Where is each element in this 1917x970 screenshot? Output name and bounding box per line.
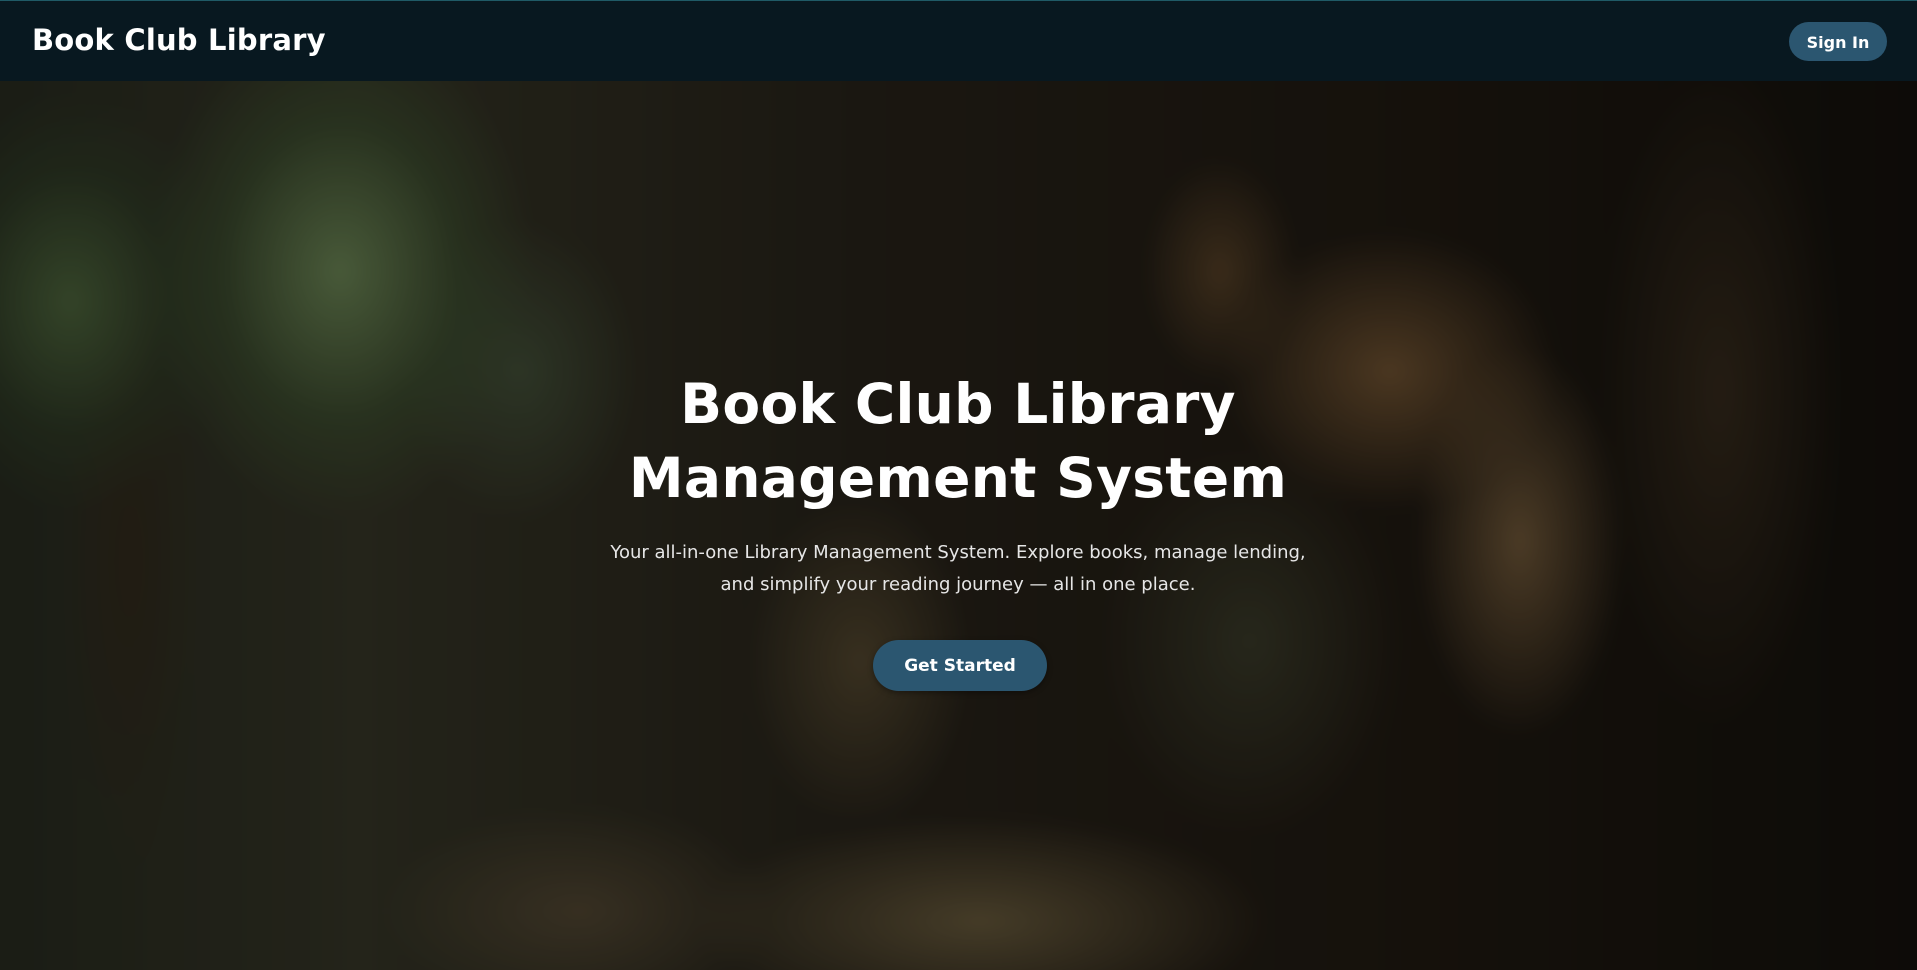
top-navbar: Book Club Library Sign In bbox=[0, 0, 1917, 81]
landing-page: Book Club Library Sign In Book Club Libr… bbox=[0, 0, 1917, 970]
hero-title-line-2: Management System bbox=[628, 446, 1288, 510]
brand-logo-text[interactable]: Book Club Library bbox=[32, 23, 326, 57]
hero-section: Book Club Library Management System Your… bbox=[0, 81, 1917, 970]
hero-content: Book Club Library Management System Your… bbox=[0, 81, 1917, 970]
hero-subtitle-line-1: Your all-in-one Library Management Syste… bbox=[610, 542, 1306, 563]
get-started-button[interactable]: Get Started bbox=[873, 640, 1047, 691]
hero-title: Book Club Library Management System bbox=[558, 367, 1358, 515]
hero-title-line-1: Book Club Library bbox=[680, 372, 1236, 436]
sign-in-button[interactable]: Sign In bbox=[1789, 22, 1887, 61]
hero-subtitle: Your all-in-one Library Management Syste… bbox=[608, 537, 1308, 601]
hero-subtitle-line-2: and simplify your reading journey — all … bbox=[720, 574, 1196, 595]
